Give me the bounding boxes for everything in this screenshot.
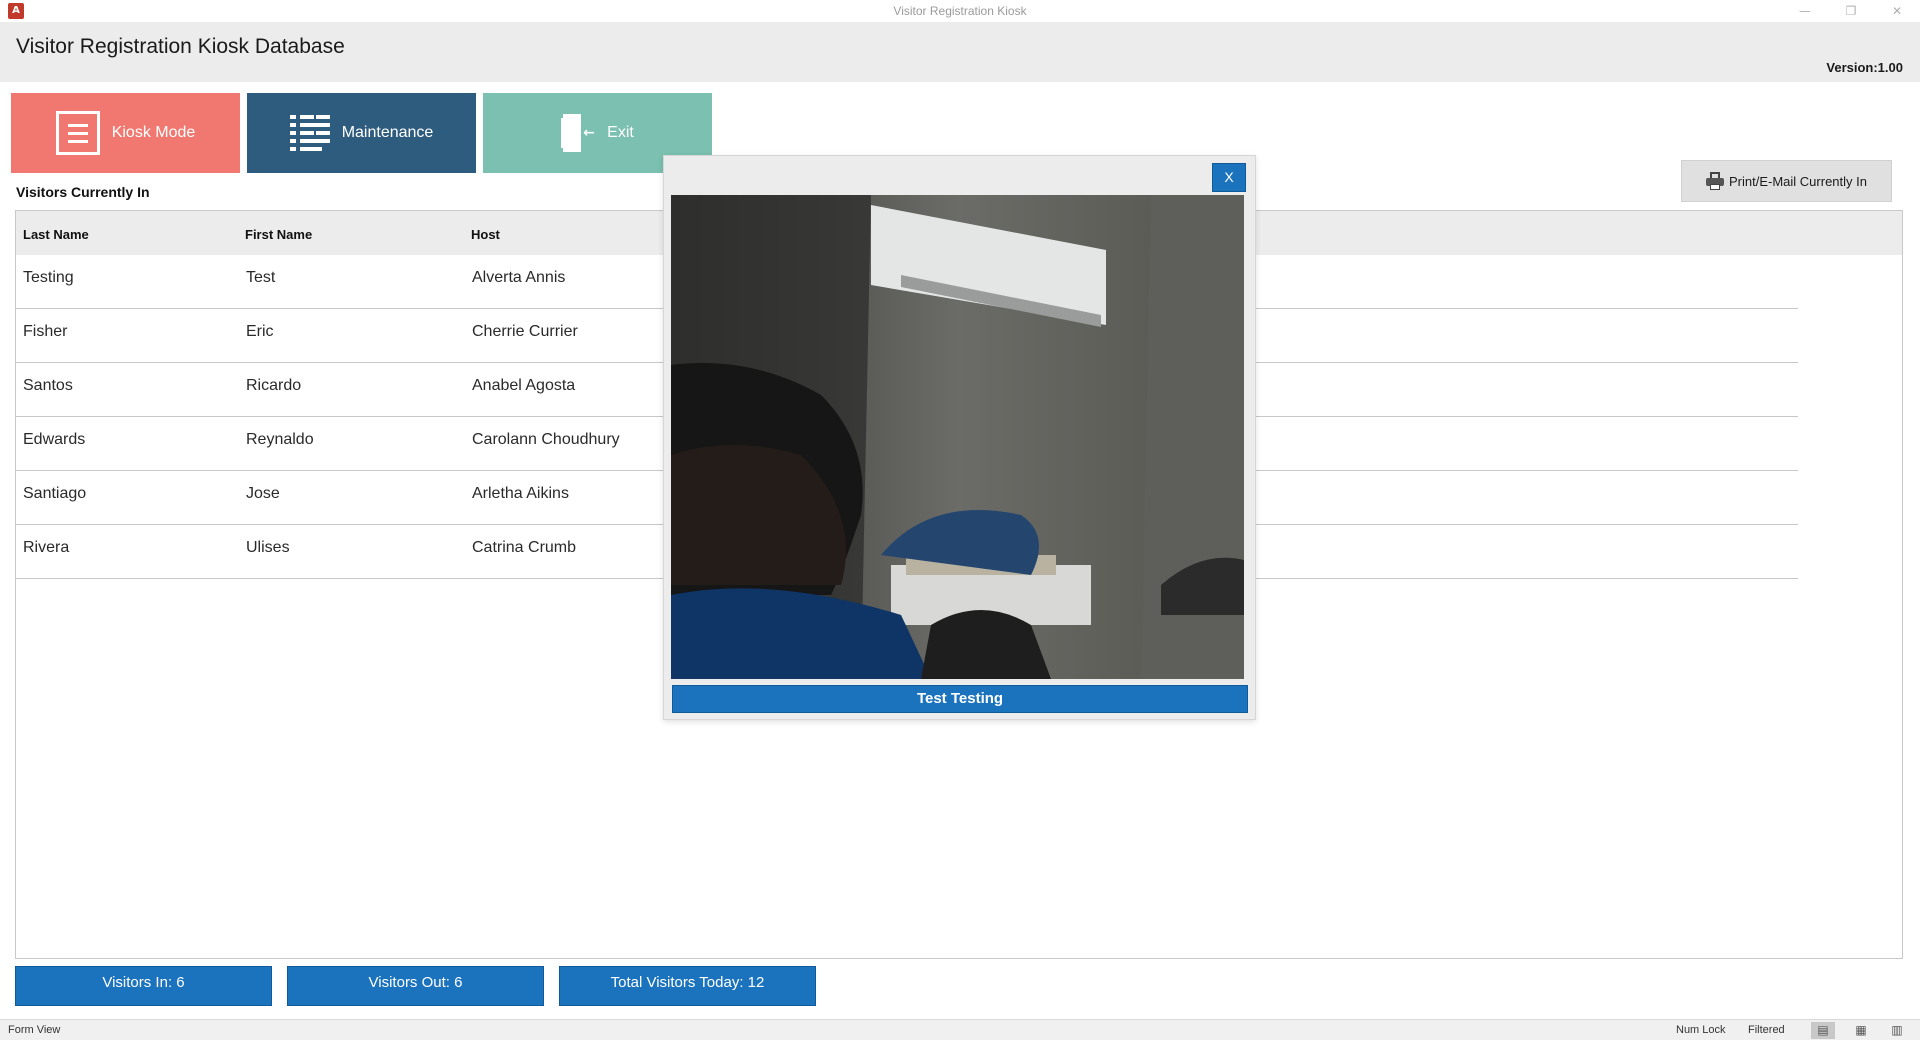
visitor-photo-popup: X Test Testing xyxy=(663,155,1256,720)
num-lock-indicator: Num Lock xyxy=(1676,1024,1726,1036)
last-name-cell[interactable]: Santiago xyxy=(23,485,86,503)
host-cell[interactable]: Cherrie Currier xyxy=(472,323,578,341)
host-cell[interactable]: Arletha Aikins xyxy=(472,485,569,503)
arrow-left-icon: ← xyxy=(583,125,595,141)
page-title: Visitor Registration Kiosk Database xyxy=(16,35,345,58)
host-cell[interactable]: Alverta Annis xyxy=(472,269,565,287)
form-header: Visitor Registration Kiosk Database Vers… xyxy=(0,22,1920,82)
view-mode-label: Form View xyxy=(8,1024,61,1036)
version-label: Version:1.00 xyxy=(1826,60,1903,75)
total-visitors-button[interactable]: Total Visitors Today: 12 xyxy=(559,966,816,1006)
maintenance-button[interactable]: Maintenance xyxy=(247,93,476,173)
list-icon xyxy=(289,115,330,151)
last-name-cell[interactable]: Rivera xyxy=(23,539,69,557)
webcam-photo-image xyxy=(671,195,1244,679)
popup-close-button[interactable]: X xyxy=(1212,163,1246,192)
maintenance-label: Maintenance xyxy=(341,124,434,141)
first-name-cell[interactable]: Test xyxy=(246,269,275,287)
first-name-cell[interactable]: Ulises xyxy=(246,539,290,557)
title-bar: A Visitor Registration Kiosk — ❐ ✕ xyxy=(0,0,1920,22)
close-window-button[interactable]: ✕ xyxy=(1874,0,1920,22)
kiosk-mode-label: Kiosk Mode xyxy=(111,124,196,141)
print-email-button[interactable]: Print/E-Mail Currently In xyxy=(1681,160,1892,202)
printer-icon xyxy=(1706,172,1724,190)
section-title: Visitors Currently In xyxy=(16,184,150,200)
exit-label: Exit xyxy=(607,124,634,141)
visitor-photo xyxy=(671,195,1244,679)
door-exit-icon: ← xyxy=(561,114,595,152)
kiosk-mode-button[interactable]: Kiosk Mode xyxy=(11,93,240,173)
last-name-cell[interactable]: Santos xyxy=(23,377,73,395)
minimize-button[interactable]: — xyxy=(1782,0,1828,22)
first-name-cell[interactable]: Eric xyxy=(246,323,274,341)
filtered-indicator: Filtered xyxy=(1748,1024,1785,1036)
column-header-last-name: Last Name xyxy=(23,227,89,242)
host-cell[interactable]: Carolann Choudhury xyxy=(472,431,620,449)
first-name-cell[interactable]: Ricardo xyxy=(246,377,301,395)
form-view-icon[interactable]: ▤ xyxy=(1811,1022,1835,1039)
status-bar: Form View Num Lock Filtered ▤ ▦ ▥ xyxy=(0,1019,1920,1040)
visitor-name-label: Test Testing xyxy=(672,685,1248,713)
first-name-cell[interactable]: Jose xyxy=(246,485,280,503)
last-name-cell[interactable]: Fisher xyxy=(23,323,67,341)
visitors-out-button[interactable]: Visitors Out: 6 xyxy=(287,966,544,1006)
print-email-label: Print/E-Mail Currently In xyxy=(1729,173,1867,189)
datasheet-view-icon[interactable]: ▦ xyxy=(1849,1022,1873,1039)
restore-button[interactable]: ❐ xyxy=(1828,0,1874,22)
column-header-first-name: First Name xyxy=(245,227,313,242)
host-cell[interactable]: Anabel Agosta xyxy=(472,377,575,395)
kiosk-menu-icon xyxy=(55,111,100,155)
visitors-in-button[interactable]: Visitors In: 6 xyxy=(15,966,272,1006)
first-name-cell[interactable]: Reynaldo xyxy=(246,431,314,449)
layout-view-icon[interactable]: ▥ xyxy=(1885,1022,1909,1039)
last-name-cell[interactable]: Testing xyxy=(23,269,74,287)
host-cell[interactable]: Catrina Crumb xyxy=(472,539,576,557)
column-header-host: Host xyxy=(471,227,500,242)
window-title: Visitor Registration Kiosk xyxy=(893,4,1027,18)
last-name-cell[interactable]: Edwards xyxy=(23,431,85,449)
